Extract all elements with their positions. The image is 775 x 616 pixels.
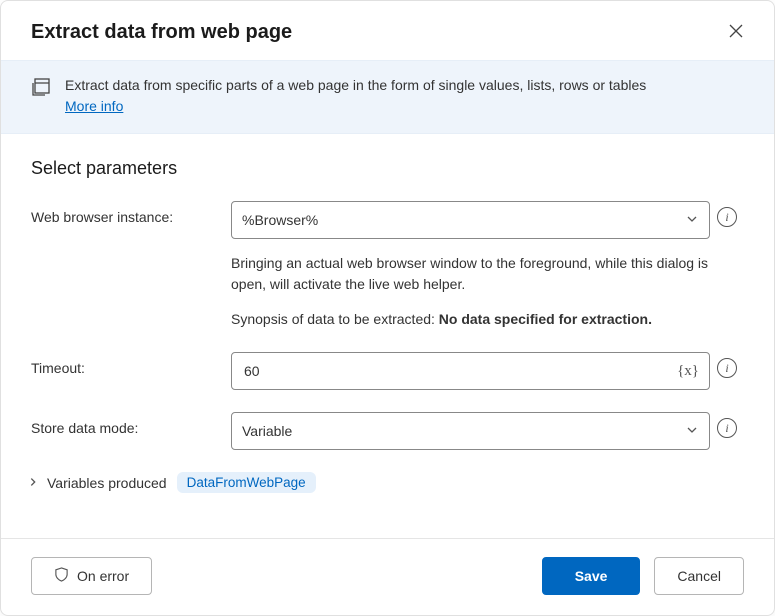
browser-help-line1: Bringing an actual web browser window to… <box>231 253 710 295</box>
footer-left: On error <box>31 557 152 595</box>
field-timeout: Timeout: {x} i <box>31 352 744 390</box>
info-banner: Extract data from specific parts of a we… <box>1 60 774 134</box>
dialog-title: Extract data from web page <box>31 21 292 44</box>
browser-info-col: i <box>710 201 744 227</box>
variables-produced-row: Variables produced DataFromWebPage <box>27 472 744 493</box>
shield-icon <box>54 567 69 585</box>
store-mode-control-col: Variable <box>231 412 710 450</box>
chevron-down-icon <box>685 212 699 229</box>
close-icon <box>728 23 744 39</box>
store-mode-label: Store data mode: <box>31 412 231 436</box>
timeout-control-col: {x} <box>231 352 710 390</box>
close-button[interactable] <box>724 19 748 46</box>
chevron-down-icon <box>685 423 699 440</box>
store-mode-value: Variable <box>242 423 292 439</box>
dialog-footer: On error Save Cancel <box>1 539 774 615</box>
timeout-input[interactable] <box>242 362 677 380</box>
browser-instance-control-col: %Browser% Bringing an actual web browser… <box>231 201 710 330</box>
browser-instance-select[interactable]: %Browser% <box>231 201 710 239</box>
chevron-right-icon <box>27 475 39 491</box>
store-mode-info-col: i <box>710 412 744 438</box>
cancel-button[interactable]: Cancel <box>654 557 744 595</box>
web-extract-icon <box>31 75 51 102</box>
variables-produced-toggle[interactable]: Variables produced <box>27 475 167 491</box>
timeout-info-col: i <box>710 352 744 378</box>
timeout-input-wrapper[interactable]: {x} <box>231 352 710 390</box>
info-icon[interactable]: i <box>717 418 737 438</box>
browser-help-line2: Synopsis of data to be extracted: No dat… <box>231 309 710 330</box>
variables-produced-label: Variables produced <box>47 475 167 491</box>
synopsis-prefix: Synopsis of data to be extracted: <box>231 311 439 327</box>
save-button[interactable]: Save <box>542 557 641 595</box>
browser-instance-value: %Browser% <box>242 212 318 228</box>
variable-picker-icon[interactable]: {x} <box>677 363 699 380</box>
browser-help-text: Bringing an actual web browser window to… <box>231 253 710 330</box>
field-browser-instance: Web browser instance: %Browser% Bringing… <box>31 201 744 330</box>
dialog-body: Select parameters Web browser instance: … <box>1 134 774 538</box>
section-title: Select parameters <box>31 158 744 179</box>
on-error-button[interactable]: On error <box>31 557 152 595</box>
field-store-mode: Store data mode: Variable i <box>31 412 744 450</box>
info-icon[interactable]: i <box>717 207 737 227</box>
info-banner-text: Extract data from specific parts of a we… <box>65 75 646 117</box>
browser-instance-label: Web browser instance: <box>31 201 231 225</box>
variable-chip[interactable]: DataFromWebPage <box>177 472 316 493</box>
banner-description: Extract data from specific parts of a we… <box>65 77 646 93</box>
dialog-extract-web-data: Extract data from web page Extract data … <box>0 0 775 616</box>
more-info-link[interactable]: More info <box>65 98 123 114</box>
info-icon[interactable]: i <box>717 358 737 378</box>
store-mode-select[interactable]: Variable <box>231 412 710 450</box>
timeout-label: Timeout: <box>31 352 231 376</box>
synopsis-bold: No data specified for extraction. <box>439 311 652 327</box>
dialog-header: Extract data from web page <box>1 1 774 60</box>
on-error-label: On error <box>77 568 129 584</box>
footer-right: Save Cancel <box>542 557 744 595</box>
